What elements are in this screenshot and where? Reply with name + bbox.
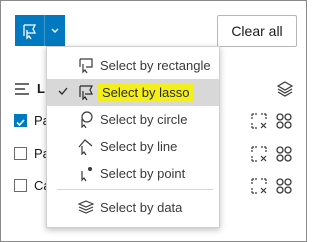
menu-item-label: Select by circle [100,112,188,127]
layer-checkbox[interactable] [14,179,27,192]
panel: Clear all L Pa Pa Ca Select by rectangle… [0,0,307,242]
select-line-icon [78,139,93,155]
select-lasso-icon [22,23,36,40]
select-lasso-icon [79,85,93,101]
selection-tool-dropdown[interactable] [45,15,65,46]
menu-item-select-by-point[interactable]: Select by point [47,160,219,187]
filter-list-icon[interactable] [14,82,30,96]
selection-tool-menu: Select by rectangle Select by lasso Sele… [46,46,220,228]
clear-all-button[interactable]: Clear all [217,15,297,47]
menu-divider [57,189,213,190]
options-grid-icon[interactable] [275,145,293,163]
list-header: L [37,81,45,96]
menu-item-select-by-line[interactable]: Select by line [47,133,219,160]
select-point-icon [81,167,92,182]
zoom-to-icon[interactable] [251,113,267,129]
menu-item-label: Select by line [100,139,178,154]
checkmark-icon [16,119,25,127]
menu-item-select-by-lasso[interactable]: Select by lasso [47,79,219,106]
zoom-to-icon[interactable] [251,146,267,162]
options-grid-icon[interactable] [275,112,293,130]
menu-item-label: Select by rectangle [100,58,211,73]
selection-tool-split-button [15,15,65,46]
layer-checkbox[interactable] [14,147,27,160]
selection-tool-button[interactable] [15,15,45,46]
select-rectangle-icon [79,58,93,74]
layer-checkbox[interactable] [14,114,27,127]
menu-item-select-by-rectangle[interactable]: Select by rectangle [47,52,219,79]
options-grid-icon[interactable] [275,177,293,195]
layers-icon[interactable] [276,80,294,98]
menu-item-label: Select by data [100,200,183,215]
chevron-down-icon [51,28,59,33]
select-circle-icon [81,111,93,128]
menu-item-select-by-circle[interactable]: Select by circle [47,106,219,133]
zoom-to-icon[interactable] [251,178,267,194]
menu-item-label: Select by lasso [98,84,194,101]
menu-item-label: Select by point [100,166,186,181]
menu-item-select-by-data[interactable]: Select by data [47,194,219,221]
checkmark-icon [58,87,68,95]
select-data-icon [77,200,95,214]
